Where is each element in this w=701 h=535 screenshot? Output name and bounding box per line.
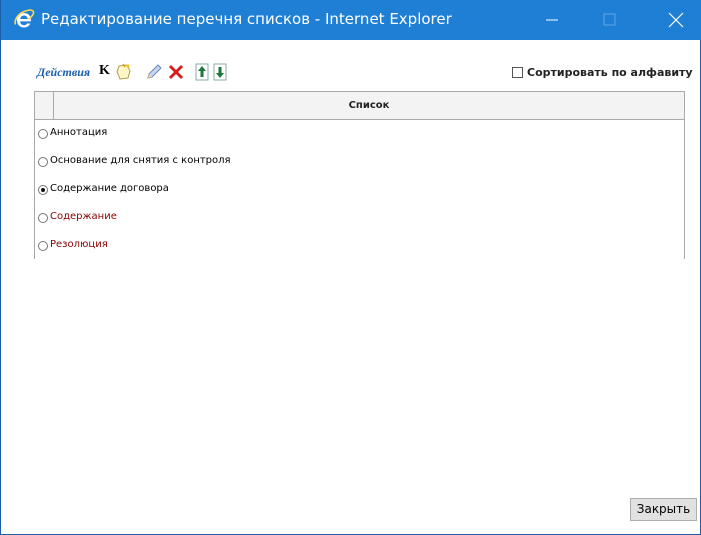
row-label: Содержание bbox=[50, 211, 117, 222]
close-button[interactable]: Закрыть bbox=[630, 498, 697, 521]
table-row[interactable]: Содержание договора bbox=[35, 176, 684, 205]
move-down-icon[interactable] bbox=[211, 63, 229, 81]
table-row[interactable]: Основание для снятия с контроля bbox=[35, 148, 684, 177]
row-radio[interactable] bbox=[38, 213, 48, 223]
sort-checkbox[interactable] bbox=[512, 67, 523, 78]
title-bar[interactable]: Редактирование перечня списков - Interne… bbox=[1, 0, 701, 40]
window-close-button[interactable] bbox=[653, 0, 699, 40]
table-header-corner bbox=[35, 92, 54, 119]
row-radio[interactable] bbox=[38, 129, 48, 139]
window-title: Редактирование перечня списков - Interne… bbox=[41, 10, 452, 28]
row-label: Резолюция bbox=[50, 239, 108, 250]
browser-window: Редактирование перечня списков - Interne… bbox=[0, 0, 701, 535]
row-label: Аннотация bbox=[50, 127, 108, 138]
sort-checkbox-label: Сортировать по алфавиту bbox=[527, 66, 693, 79]
row-label: Основание для снятия с контроля bbox=[50, 155, 231, 166]
table-row[interactable]: Аннотация bbox=[35, 120, 684, 149]
edit-pencil-icon[interactable] bbox=[145, 63, 163, 81]
close-icon bbox=[668, 12, 684, 28]
row-radio[interactable] bbox=[38, 157, 48, 167]
table-header: Список bbox=[35, 92, 684, 120]
table-row[interactable]: Резолюция bbox=[35, 232, 684, 260]
internet-explorer-icon bbox=[14, 9, 35, 28]
new-note-icon[interactable] bbox=[115, 63, 133, 81]
column-header-list: Список bbox=[348, 100, 390, 111]
minimize-button[interactable] bbox=[529, 0, 575, 40]
k-button[interactable]: K bbox=[99, 63, 110, 79]
actions-menu[interactable]: Действия bbox=[37, 65, 90, 80]
maximize-button[interactable] bbox=[593, 0, 639, 40]
minimize-icon bbox=[546, 19, 558, 21]
move-up-icon[interactable] bbox=[193, 63, 211, 81]
row-radio[interactable] bbox=[38, 185, 48, 195]
lists-table: Список Аннотация Основание для снятия с … bbox=[34, 91, 685, 260]
table-row[interactable]: Содержание bbox=[35, 204, 684, 233]
row-label: Содержание договора bbox=[50, 183, 169, 194]
maximize-icon bbox=[603, 13, 616, 26]
delete-x-icon[interactable] bbox=[167, 63, 185, 81]
row-radio[interactable] bbox=[38, 241, 48, 251]
